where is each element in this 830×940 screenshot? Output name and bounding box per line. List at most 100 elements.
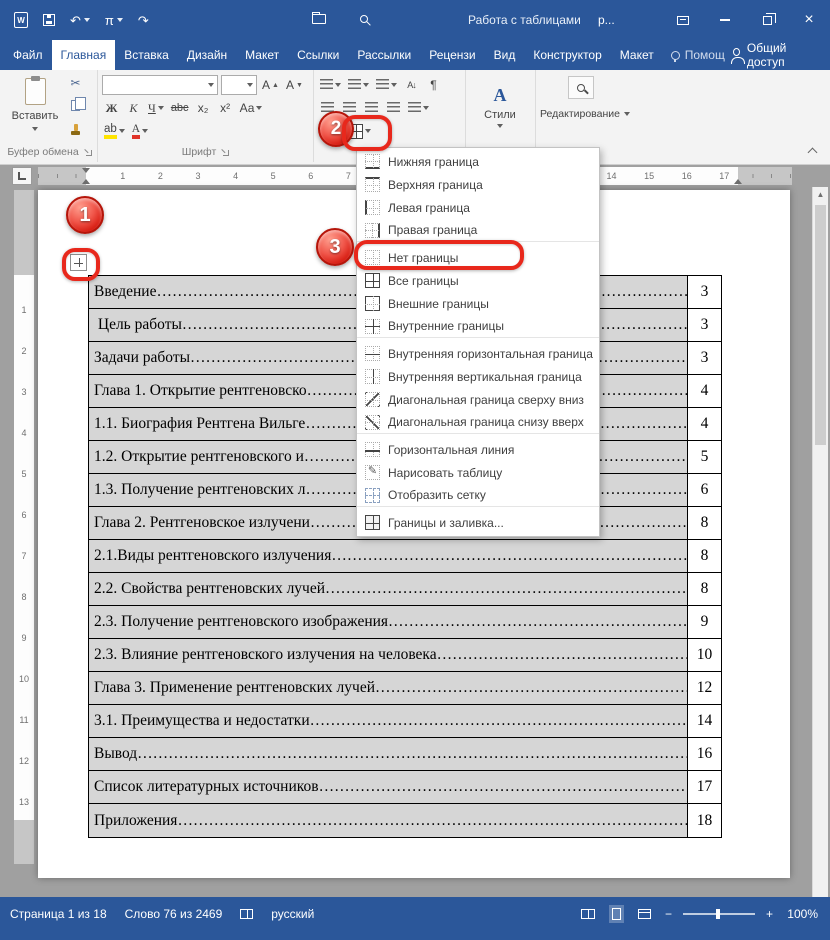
menu-item-view-gridlines[interactable]: Отобразить сетку xyxy=(357,484,599,507)
page-count-status[interactable]: Страница 1 из 18 xyxy=(10,907,107,921)
collapse-ribbon-icon[interactable] xyxy=(807,147,818,158)
first-line-indent-marker[interactable] xyxy=(82,168,90,173)
grow-font-button[interactable]: А ▲ xyxy=(260,75,281,95)
web-layout-button[interactable] xyxy=(635,906,654,922)
tab-mailings[interactable]: Рассылки xyxy=(348,40,420,70)
toc-page-cell[interactable]: 8 xyxy=(688,540,721,572)
toc-page-cell[interactable]: 16 xyxy=(688,738,721,770)
menu-item-draw-table[interactable]: Нарисовать таблицу xyxy=(357,461,599,484)
dialog-launcher-icon[interactable] xyxy=(221,148,230,156)
text-highlight-button[interactable]: ab xyxy=(102,121,127,141)
open-button[interactable] xyxy=(312,11,326,24)
equation-button[interactable]: π xyxy=(105,14,123,27)
toc-page-cell[interactable]: 5 xyxy=(688,441,721,473)
font-color-button[interactable]: А xyxy=(130,121,150,141)
font-name-combo[interactable] xyxy=(102,75,218,95)
superscript-button[interactable]: x² xyxy=(216,98,235,118)
toc-page-cell[interactable]: 4 xyxy=(688,408,721,440)
menu-item-borders-and-shading[interactable]: Границы и заливка... xyxy=(357,511,599,534)
tab-design[interactable]: Дизайн xyxy=(178,40,236,70)
menu-item-top-border[interactable]: Верхняя граница xyxy=(357,173,599,196)
zoom-in-button[interactable]: + xyxy=(766,907,773,921)
word-count-status[interactable]: Слово 76 из 2469 xyxy=(125,907,223,921)
tab-view[interactable]: Вид xyxy=(485,40,525,70)
cut-button[interactable]: ✂ xyxy=(66,73,85,93)
tab-file[interactable]: Файл xyxy=(4,40,52,70)
menu-item-right-border[interactable]: Правая граница xyxy=(357,219,599,242)
toc-entry-cell[interactable]: 2.3. Влияние рентгеновского излучения на… xyxy=(89,639,688,671)
strikethrough-button[interactable]: abc xyxy=(169,98,191,118)
menu-item-horizontal-line[interactable]: Горизонтальная линия xyxy=(357,438,599,461)
styles-button[interactable]: А Стили xyxy=(470,74,530,138)
numbering-button[interactable] xyxy=(346,75,371,95)
tell-me-help[interactable]: Помощ xyxy=(663,40,733,70)
toc-entry-cell[interactable]: Список литературных источников ………………………… xyxy=(89,771,688,803)
restore-button[interactable] xyxy=(746,0,788,40)
show-formatting-marks-button[interactable]: ¶ xyxy=(424,75,443,95)
toc-page-cell[interactable]: 14 xyxy=(688,705,721,737)
editing-button[interactable]: Редактирование xyxy=(536,108,634,120)
tab-table-layout[interactable]: Макет xyxy=(611,40,663,70)
toc-page-cell[interactable]: 3 xyxy=(688,342,721,374)
toc-entry-cell[interactable]: Вывод …………………………………………………………………………………………… xyxy=(89,738,688,770)
zoom-level[interactable]: 100% xyxy=(784,907,818,921)
toc-page-cell[interactable]: 4 xyxy=(688,375,721,407)
menu-item-diagonal-down-border[interactable]: Диагональная граница сверху вниз xyxy=(357,388,599,411)
change-case-button[interactable]: Аа xyxy=(238,98,265,118)
italic-button[interactable]: К xyxy=(124,98,143,118)
tab-table-design[interactable]: Конструктор xyxy=(524,40,610,70)
tab-home[interactable]: Главная xyxy=(51,40,116,70)
share-button[interactable]: Общий доступ xyxy=(730,40,830,70)
menu-item-bottom-border[interactable]: Нижняя граница xyxy=(357,150,599,173)
toc-entry-cell[interactable]: Глава 3. Применение рентгеновских лучей … xyxy=(89,672,688,704)
read-mode-button[interactable] xyxy=(578,906,598,922)
toc-page-cell[interactable]: 3 xyxy=(688,276,721,308)
print-layout-button[interactable] xyxy=(608,905,624,923)
hanging-indent-marker[interactable] xyxy=(82,179,90,184)
save-button[interactable] xyxy=(43,14,55,26)
zoom-slider[interactable] xyxy=(682,909,755,919)
line-spacing-button[interactable] xyxy=(406,98,431,118)
undo-button[interactable]: ↶ xyxy=(70,14,90,27)
paste-button[interactable]: Вставить xyxy=(8,73,62,149)
menu-item-inside-horizontal-border[interactable]: Внутренняя горизонтальная граница xyxy=(357,342,599,365)
toc-entry-cell[interactable]: 2.1.Виды рентгеновского излучения ………………… xyxy=(89,540,688,572)
ribbon-display-options-button[interactable] xyxy=(662,0,704,40)
menu-item-inside-borders[interactable]: Внутренние границы xyxy=(357,315,599,338)
bullets-button[interactable] xyxy=(318,75,343,95)
menu-item-left-border[interactable]: Левая граница xyxy=(357,196,599,219)
tab-references[interactable]: Ссылки xyxy=(288,40,348,70)
proofing-status-icon[interactable] xyxy=(240,909,254,919)
scrollbar-thumb[interactable] xyxy=(815,205,826,445)
toc-page-cell[interactable]: 8 xyxy=(688,573,721,605)
toc-page-cell[interactable]: 10 xyxy=(688,639,721,671)
tab-insert[interactable]: Вставка xyxy=(115,40,178,70)
vertical-scrollbar[interactable]: ▲ xyxy=(812,187,828,897)
zoom-slider-thumb[interactable] xyxy=(715,909,720,919)
toc-entry-cell[interactable]: 3.1. Преимущества и недостатки ………………………… xyxy=(89,705,688,737)
search-button[interactable] xyxy=(360,15,368,23)
close-button[interactable]: × xyxy=(788,0,830,40)
toc-entry-cell[interactable]: Приложения ……………………………………………………………………………… xyxy=(89,804,688,837)
tab-review[interactable]: Рецензи xyxy=(420,40,484,70)
toc-page-cell[interactable]: 18 xyxy=(688,804,721,837)
bold-button[interactable]: Ж xyxy=(102,98,121,118)
tab-layout[interactable]: Макет xyxy=(236,40,288,70)
sort-button[interactable]: А↓ xyxy=(402,75,421,95)
find-button[interactable] xyxy=(568,76,594,99)
copy-button[interactable] xyxy=(66,95,86,115)
vertical-ruler[interactable]: 1 2 3 4 5 6 7 8 9 10 11 12 13 xyxy=(14,190,34,864)
format-painter-button[interactable] xyxy=(66,117,85,137)
redo-button[interactable]: ↷ xyxy=(138,14,149,27)
dialog-launcher-icon[interactable] xyxy=(84,148,92,156)
zoom-out-button[interactable]: − xyxy=(665,907,672,921)
multilevel-list-button[interactable] xyxy=(374,75,399,95)
toc-page-cell[interactable]: 3 xyxy=(688,309,721,341)
toc-page-cell[interactable]: 12 xyxy=(688,672,721,704)
toc-entry-cell[interactable]: 2.2. Свойства рентгеновских лучей ………………… xyxy=(89,573,688,605)
font-size-combo[interactable] xyxy=(221,75,257,95)
toc-page-cell[interactable]: 6 xyxy=(688,474,721,506)
language-status[interactable]: русский xyxy=(271,907,314,921)
subscript-button[interactable]: x₂ xyxy=(194,98,213,118)
menu-item-outside-borders[interactable]: Внешние границы xyxy=(357,292,599,315)
